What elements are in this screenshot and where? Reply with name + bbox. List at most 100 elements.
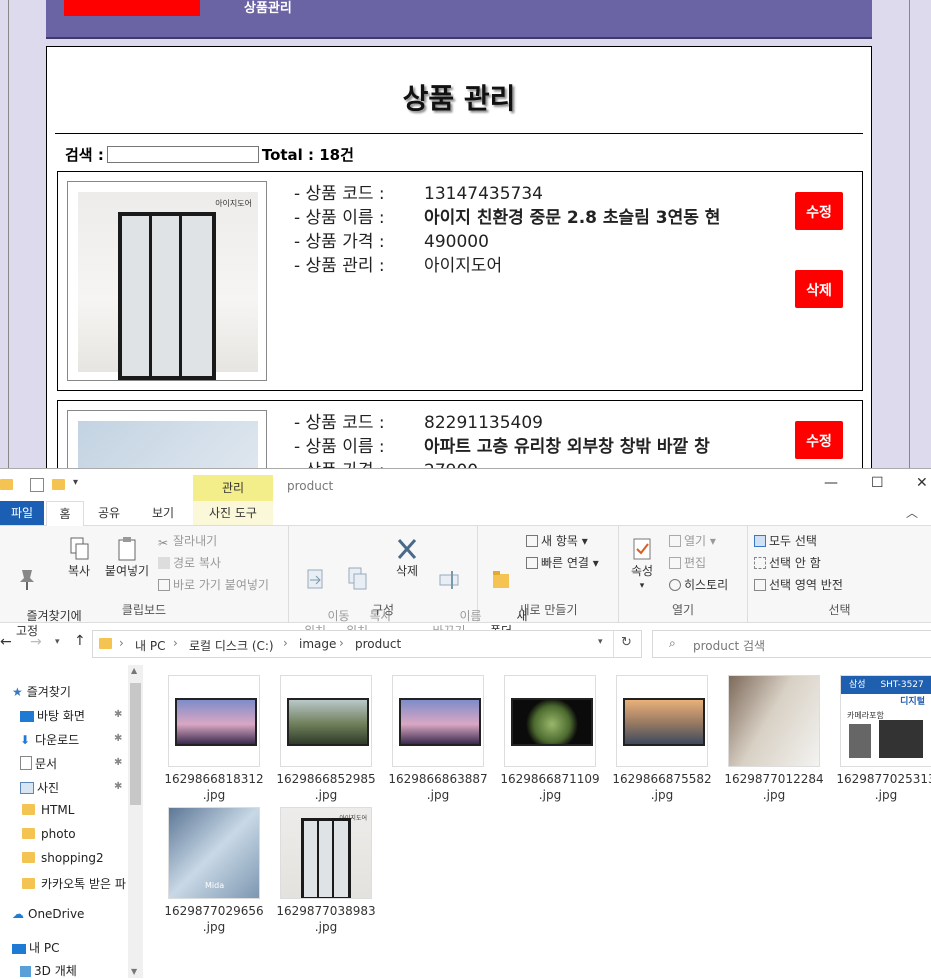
context-tab-manage[interactable]: 관리	[193, 475, 273, 501]
nav-downloads[interactable]: ⬇ 다운로드	[20, 731, 79, 748]
scissors-icon: ✂	[158, 536, 169, 550]
delete-file-button[interactable]: 삭제	[389, 536, 425, 579]
nav-onedrive[interactable]: ☁ OneDrive	[12, 907, 84, 921]
edit-button[interactable]: 수정	[795, 192, 843, 230]
file-item[interactable]: 1629866871109 .jpg	[494, 675, 606, 803]
nav-pictures[interactable]: 사진	[20, 779, 59, 796]
pictures-icon	[20, 782, 34, 794]
cloud-icon: ☁	[12, 907, 24, 921]
nav-folder-kakaotalk[interactable]: 카카오톡 받은 파	[22, 875, 126, 892]
product-thumbnail[interactable]	[67, 410, 267, 468]
edit-button[interactable]: 수정	[795, 421, 843, 459]
tab-picture-tools[interactable]: 사진 도구	[193, 501, 273, 525]
file-item[interactable]: 1629877012284 .jpg	[718, 675, 830, 803]
file-item[interactable]: 삼성 SHT-3527 디지털 카메라포함 1629877025313 .jpg	[830, 675, 931, 803]
paste-button[interactable]: 붙여넣기	[102, 536, 152, 579]
pin-icon	[20, 570, 34, 590]
properties-quick-icon[interactable]	[30, 478, 44, 492]
product-thumbnail[interactable]: 아이지도어	[67, 181, 267, 381]
back-arrow-icon[interactable]: ←	[0, 634, 12, 650]
nav-quick-access[interactable]: ★ 즐겨찾기	[12, 683, 71, 700]
open-icon	[669, 535, 681, 547]
file-thumbnail	[280, 675, 372, 767]
breadcrumb-image[interactable]: image	[299, 637, 336, 651]
file-item[interactable]: 1629866863887 .jpg	[382, 675, 494, 803]
file-item[interactable]: 1629866818312 .jpg	[158, 675, 270, 803]
select-none-button[interactable]: 선택 안 함	[754, 554, 821, 571]
address-history-icon[interactable]: ▾	[598, 637, 603, 647]
maximize-button[interactable]: ☐	[871, 475, 884, 491]
up-arrow-icon[interactable]: ↑	[74, 633, 86, 649]
tab-home[interactable]: 홈	[46, 501, 84, 527]
tab-view[interactable]: 보기	[152, 501, 174, 525]
file-item[interactable]: Mida 1629877029656 .jpg	[158, 807, 270, 935]
folder-icon	[22, 828, 35, 839]
nav-desktop[interactable]: 바탕 화면	[20, 707, 85, 724]
delete-button[interactable]: 삭제	[795, 270, 843, 308]
file-item[interactable]: 1629866852985 .jpg	[270, 675, 382, 803]
recent-locations-icon[interactable]: ▾	[55, 637, 60, 647]
customize-toolbar-icon[interactable]: ▾	[73, 477, 78, 488]
nav-documents[interactable]: 문서	[20, 755, 57, 772]
new-item-button[interactable]: 새 항목 ▾	[526, 532, 588, 549]
copy-path-button[interactable]: 경로 복사	[158, 554, 221, 571]
nav-3d-objects[interactable]: 3D 개체	[20, 962, 77, 979]
forward-arrow-icon[interactable]: →	[30, 634, 42, 650]
tab-file[interactable]: 파일	[0, 501, 44, 525]
tab-share[interactable]: 공유	[98, 501, 120, 525]
copy-button[interactable]: 복사	[62, 536, 96, 579]
history-button[interactable]: 히스토리	[669, 576, 728, 593]
collapse-ribbon-icon[interactable]: ︿	[906, 501, 918, 525]
file-thumbnail: Mida	[168, 807, 260, 899]
address-bar[interactable]: › 내 PC › 로컬 디스크 (C:) › image › product ▾…	[92, 630, 642, 658]
file-list: 1629866818312 .jpg 1629866852985 .jpg 1629…	[150, 665, 931, 978]
easy-access-icon	[526, 557, 538, 569]
breadcrumb-local-disk[interactable]: 로컬 디스크 (C:)	[189, 637, 274, 654]
delete-x-icon	[397, 539, 417, 559]
new-folder-icon	[493, 571, 509, 588]
select-all-button[interactable]: 모두 선택	[754, 532, 817, 549]
organize-group: 이동 위치 복사 위치 삭제 이름 바꾸기 구성	[289, 526, 482, 638]
product-card: - 상품 코드 :82291135409 - 상품 이름 : 아파트 고층 유리창…	[57, 400, 863, 468]
search-placeholder: product 검색	[693, 639, 766, 653]
cut-button[interactable]: ✂ 잘라내기	[158, 532, 217, 550]
folder-icon	[22, 852, 35, 863]
easy-access-button[interactable]: 빠른 연결 ▾	[526, 554, 599, 571]
paste-shortcut-icon	[158, 579, 170, 591]
scrollbar-thumb[interactable]	[130, 683, 141, 805]
paste-shortcut-button[interactable]: 바로 가기 붙여넣기	[158, 576, 269, 593]
documents-icon	[20, 756, 32, 770]
nav-this-pc[interactable]: 내 PC	[12, 939, 59, 956]
file-thumbnail	[392, 675, 484, 767]
page-title: 상품 관리	[402, 82, 516, 115]
nav-folder-photo[interactable]: photo	[22, 827, 76, 841]
group-label-select: 선택	[828, 603, 851, 617]
folder-search-input[interactable]: ⌕ product 검색	[652, 630, 931, 658]
cube-icon	[20, 966, 31, 977]
file-item[interactable]: 1629866875582 .jpg	[606, 675, 718, 803]
site-logo[interactable]	[64, 0, 200, 16]
close-button[interactable]: ✕	[916, 475, 928, 491]
nav-folder-html[interactable]: HTML	[22, 803, 74, 817]
nav-scrollbar[interactable]: ▲ ▼	[128, 665, 143, 978]
search-input[interactable]	[106, 146, 259, 163]
file-item[interactable]: 아이지도어 1629877038983 .jpg	[270, 807, 382, 935]
refresh-icon[interactable]: ↻	[621, 635, 632, 650]
properties-button[interactable]: 속성 ▾	[625, 536, 659, 594]
breadcrumb-product[interactable]: product	[355, 637, 401, 651]
group-label-clipboard: 클립보드	[121, 603, 167, 617]
folder-icon	[22, 878, 35, 889]
open-button[interactable]: 열기 ▾	[669, 532, 716, 549]
edit-file-button[interactable]: 편집	[669, 554, 706, 571]
new-item-icon	[526, 535, 538, 547]
new-folder-quick-icon[interactable]	[52, 479, 65, 490]
navigation-pane: ★ 즐겨찾기 바탕 화면 ✱ ⬇ 다운로드 ✱ 문서 ✱ 사진 ✱ HTML pho…	[0, 665, 145, 978]
nav-link-product-management[interactable]: 상품관리	[244, 0, 292, 16]
product-price: 27900	[424, 459, 478, 468]
minimize-button[interactable]: —	[824, 475, 838, 491]
invert-selection-button[interactable]: 선택 영역 반전	[754, 576, 843, 593]
window-image	[78, 421, 258, 468]
group-label-new: 새로 만들기	[518, 603, 578, 617]
breadcrumb-this-pc[interactable]: 내 PC	[135, 637, 165, 654]
nav-folder-shopping2[interactable]: shopping2	[22, 851, 104, 865]
